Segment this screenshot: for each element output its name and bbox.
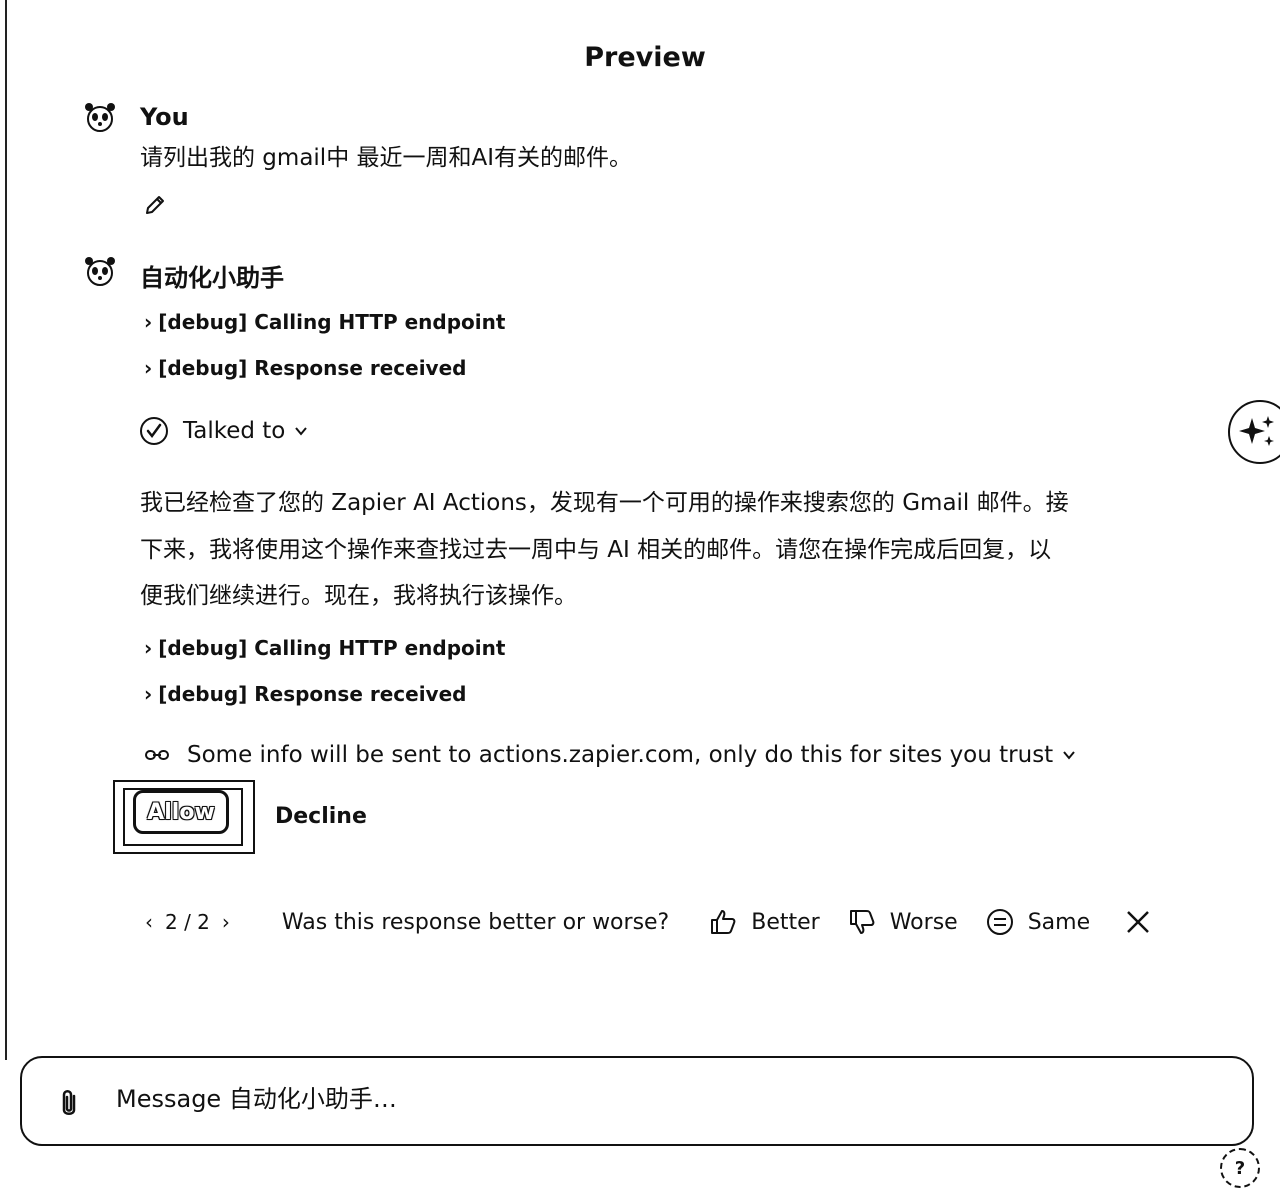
debug-label: [debug] Calling HTTP endpoint: [158, 310, 506, 334]
left-divider: [5, 0, 7, 1060]
pager-count: 2 / 2: [165, 910, 210, 934]
chevron-right-icon: ›: [144, 356, 153, 380]
feedback-question: Was this response better or worse?: [281, 909, 670, 935]
worse-label: Worse: [889, 909, 958, 935]
debug-label: [debug] Response received: [158, 356, 467, 380]
close-icon[interactable]: [1124, 908, 1152, 936]
chevron-right-icon[interactable]: ›: [222, 910, 230, 934]
message-input[interactable]: [114, 1084, 1218, 1114]
check-circle-icon: [140, 417, 168, 445]
debug-label: [debug] Response received: [158, 682, 467, 706]
debug-toggle[interactable]: › [debug] Calling HTTP endpoint: [144, 636, 505, 660]
chevron-down-icon: [1063, 751, 1075, 760]
chevron-right-icon: ›: [144, 310, 153, 334]
edit-pencil-icon[interactable]: [143, 193, 167, 217]
response-pager: ‹ 2 / 2 ›: [145, 910, 230, 934]
decline-button[interactable]: Decline: [275, 804, 367, 829]
message-author: You: [140, 103, 189, 131]
worse-button[interactable]: Worse: [848, 908, 958, 936]
sparkle-button[interactable]: [1228, 400, 1280, 464]
paperclip-icon[interactable]: [56, 1088, 82, 1120]
message-composer: [20, 1056, 1254, 1146]
better-label: Better: [751, 909, 820, 935]
allow-focus-ring: Allow: [113, 780, 255, 854]
allow-button[interactable]: Allow: [133, 790, 229, 834]
debug-label: [debug] Calling HTTP endpoint: [158, 636, 506, 660]
feedback-bar: ‹ 2 / 2 › Was this response better or wo…: [145, 908, 1152, 936]
message-author: 自动化小助手: [140, 264, 284, 292]
talked-to-toggle[interactable]: Talked to: [139, 416, 309, 446]
debug-toggle[interactable]: › [debug] Response received: [144, 356, 466, 380]
thumbs-up-icon: [711, 910, 736, 934]
info-notice-toggle[interactable]: Some info will be sent to actions.zapier…: [145, 742, 1077, 768]
chevron-right-icon: ›: [144, 682, 153, 706]
same-label: Same: [1027, 909, 1091, 935]
assistant-message-line: 便我们继续进行。现在，我将执行该操作。: [140, 583, 577, 609]
talked-to-label: Talked to: [183, 418, 286, 444]
same-button[interactable]: Same: [986, 908, 1090, 936]
sparkle-icon: [1239, 416, 1274, 446]
assistant-message-line: 下来，我将使用这个操作来查找过去一周中与 AI 相关的邮件。请您在操作完成后回复…: [140, 537, 1052, 563]
better-button[interactable]: Better: [709, 908, 820, 936]
assistant-message-line: 我已经检查了您的 Zapier AI Actions，发现有一个可用的操作来搜索…: [140, 490, 1069, 516]
equal-circle-icon: [986, 909, 1013, 935]
link-icon: [145, 750, 169, 760]
chevron-left-icon[interactable]: ‹: [145, 910, 153, 934]
chevron-right-icon: ›: [144, 636, 153, 660]
help-button[interactable]: ?: [1220, 1148, 1260, 1188]
user-message-text: 请列出我的 gmail中 最近一周和AI有关的邮件。: [140, 145, 633, 171]
chevron-down-icon: [295, 427, 308, 436]
info-notice-text: Some info will be sent to actions.zapier…: [187, 742, 1054, 768]
panda-avatar-icon: [85, 103, 115, 132]
debug-toggle[interactable]: › [debug] Response received: [144, 682, 466, 706]
debug-toggle[interactable]: › [debug] Calling HTTP endpoint: [144, 310, 505, 334]
page-title: Preview: [584, 42, 706, 73]
panda-avatar-icon: [85, 257, 115, 286]
thumbs-down-icon: [849, 910, 875, 934]
